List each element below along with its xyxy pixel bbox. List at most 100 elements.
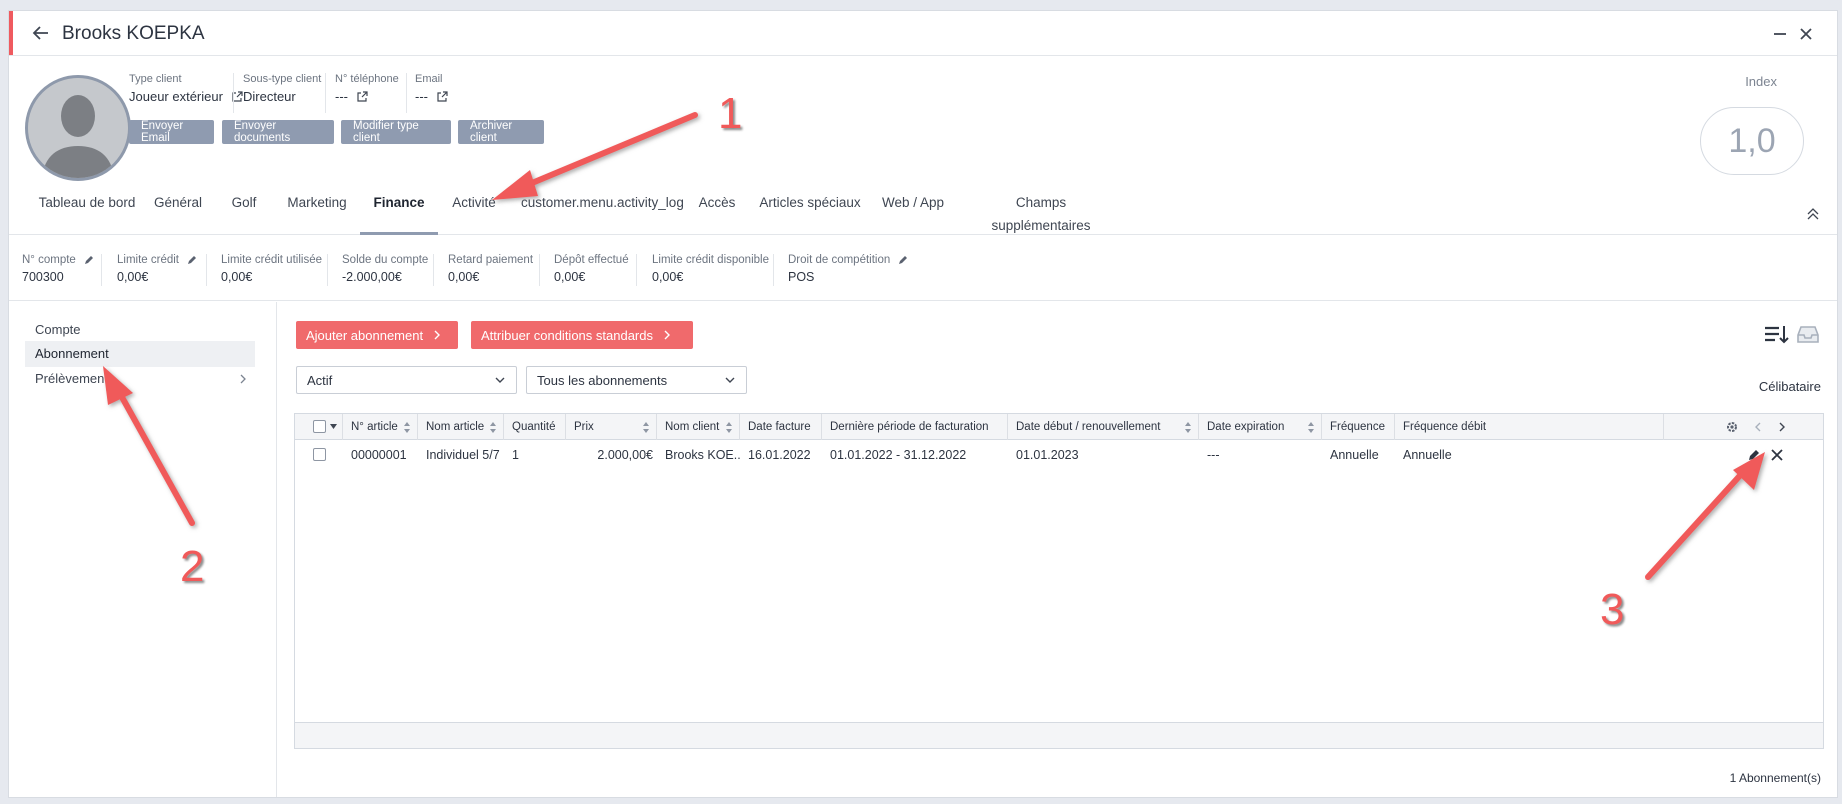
caret-down-icon[interactable] — [330, 424, 337, 429]
column-label: Quantité — [512, 421, 556, 433]
column-expiry-date[interactable]: Date expiration — [1199, 414, 1322, 440]
subscriptions-table: N° article Nom article Quantité Prix Nom… — [294, 413, 1824, 749]
column-price[interactable]: Prix — [566, 414, 657, 440]
column-client-name[interactable]: Nom client — [657, 414, 740, 440]
close-icon[interactable] — [1797, 25, 1815, 43]
subscription-count: 1 Abonnement(s) — [1729, 771, 1821, 785]
modify-client-type-button[interactable]: Modifier type client — [341, 120, 451, 144]
inbox-tray-icon[interactable] — [1795, 323, 1821, 345]
sort-list-icon[interactable] — [1763, 323, 1789, 345]
sort-icon — [1308, 422, 1314, 433]
delete-x-icon[interactable] — [1770, 448, 1784, 462]
select-value: Actif — [307, 372, 333, 388]
sort-icon — [726, 422, 732, 433]
info-late-payment: Retard paiement 0,00€ — [448, 254, 533, 284]
info-divider — [206, 254, 207, 286]
send-documents-button[interactable]: Envoyer documents — [222, 120, 334, 144]
info-divider — [327, 254, 328, 286]
info-account-balance: Solde du compte -2.000,00€ — [342, 254, 428, 284]
tab-web-app[interactable]: Web / App — [879, 191, 947, 235]
column-start-renewal-date[interactable]: Date début / renouvellement — [1008, 414, 1199, 440]
minimize-icon[interactable] — [1771, 25, 1789, 43]
annotation-number-1: 1 — [718, 89, 743, 138]
chevron-right-icon — [240, 374, 246, 384]
info-divider — [636, 254, 637, 286]
assign-standard-conditions-button[interactable]: Attribuer conditions standards — [471, 321, 693, 349]
info-divider — [539, 254, 540, 286]
tab-marketing[interactable]: Marketing — [282, 191, 352, 235]
archive-client-button[interactable]: Archiver client — [458, 120, 544, 144]
column-invoice-date[interactable]: Date facture — [740, 414, 822, 440]
customer-window: Brooks KOEPKA Type client Joueur extérie… — [8, 10, 1838, 798]
column-frequency[interactable]: Fréquence — [1322, 414, 1395, 440]
info-label: Droit de compétition — [788, 254, 891, 266]
info-value: 0,00€ — [221, 270, 253, 284]
annotation-number-3: 3 — [1600, 585, 1625, 634]
send-email-button[interactable]: Envoyer Email — [129, 120, 214, 144]
tab-bar: Tableau de bord Général Golf Marketing F… — [9, 191, 1837, 235]
chevron-right-icon — [434, 330, 441, 340]
external-link-icon[interactable] — [436, 90, 448, 103]
field-value: --- — [335, 89, 348, 104]
edit-pencil-icon[interactable] — [1747, 448, 1761, 462]
tab-golf[interactable]: Golf — [224, 191, 264, 235]
status-select[interactable]: Actif — [296, 366, 517, 394]
info-value: -2.000,00€ — [342, 270, 402, 284]
sidebar-item-direct-debits[interactable]: Prélèvements — [25, 366, 255, 392]
row-checkbox[interactable] — [313, 448, 326, 461]
column-quantity[interactable]: Quantité — [504, 414, 566, 440]
chevron-down-icon — [725, 377, 735, 383]
info-value: 0,00€ — [554, 270, 586, 284]
info-value: POS — [788, 270, 815, 284]
info-label: Limite crédit disponible — [652, 254, 769, 266]
sidebar-item-account[interactable]: Compte — [25, 317, 255, 343]
field-email: Email --- — [415, 73, 448, 104]
cell-debit-frequency: Annuelle — [1403, 448, 1452, 462]
chevron-left-icon[interactable] — [1751, 420, 1765, 434]
column-label: N° article — [351, 421, 398, 433]
tab-access[interactable]: Accès — [697, 191, 737, 235]
sidebar-item-subscription[interactable]: Abonnement — [25, 341, 255, 367]
sort-icon — [404, 422, 410, 433]
add-subscription-button[interactable]: Ajouter abonnement — [296, 321, 458, 349]
info-divider — [773, 254, 774, 286]
tab-dashboard[interactable]: Tableau de bord — [34, 191, 140, 235]
column-label: Nom article — [426, 421, 485, 433]
info-competition-right: Droit de compétition POS — [788, 254, 909, 284]
column-article-name[interactable]: Nom article — [418, 414, 504, 440]
tab-general[interactable]: Général — [149, 191, 207, 235]
select-all-checkbox[interactable] — [313, 420, 326, 433]
cell-last-billing-period: 01.01.2022 - 31.12.2022 — [830, 448, 967, 462]
column-article-number[interactable]: N° article — [343, 414, 418, 440]
table-footer — [295, 722, 1823, 748]
external-link-icon[interactable] — [356, 90, 368, 103]
info-label: Dépôt effectué — [554, 254, 629, 266]
subscription-type-select[interactable]: Tous les abonnements — [526, 366, 747, 394]
tab-activity[interactable]: Activité — [446, 191, 502, 235]
double-chevron-up-icon[interactable] — [1805, 205, 1821, 221]
field-label: Sous-type client — [243, 73, 322, 85]
column-label: Date début / renouvellement — [1016, 421, 1161, 433]
info-value: 0,00€ — [117, 270, 149, 284]
tab-special-articles[interactable]: Articles spéciaux — [759, 191, 861, 235]
info-label: Solde du compte — [342, 254, 429, 266]
gear-icon[interactable] — [1725, 420, 1739, 434]
back-arrow-icon[interactable] — [31, 23, 51, 43]
chevron-right-icon[interactable] — [1775, 420, 1789, 434]
tab-extra-fields[interactable]: Champs supplémentaires — [967, 191, 1115, 235]
tab-finance[interactable]: Finance — [360, 191, 438, 235]
sort-icon — [1185, 422, 1191, 433]
edit-pencil-icon[interactable] — [897, 254, 909, 266]
marital-status-text: Célibataire — [1758, 379, 1821, 394]
edit-pencil-icon[interactable] — [186, 254, 198, 266]
column-label: Nom client — [665, 421, 720, 433]
chevron-down-icon — [495, 377, 505, 383]
cell-expiry-date: --- — [1207, 448, 1220, 462]
edit-pencil-icon[interactable] — [83, 254, 95, 266]
column-debit-frequency[interactable]: Fréquence débit — [1395, 414, 1663, 440]
tab-activity-log[interactable]: customer.menu.activity_log — [521, 191, 684, 235]
column-label: Fréquence débit — [1403, 421, 1487, 433]
column-last-billing-period[interactable]: Dernière période de facturation — [822, 414, 1008, 440]
info-credit-limit: Limite crédit 0,00€ — [117, 254, 198, 284]
info-label: Limite crédit utilisée — [221, 254, 322, 266]
